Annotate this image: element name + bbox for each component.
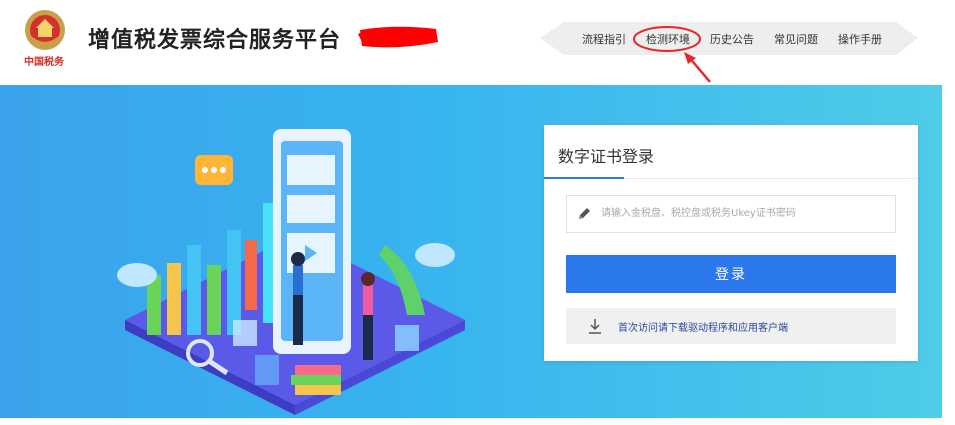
annotation-circle — [633, 26, 701, 52]
nav-item-faq[interactable]: 常见问题 — [774, 31, 818, 47]
header: 中国税务 增值税发票综合服务平台 流程指引 检测环境 历史公告 常见问题 操作手… — [0, 0, 942, 85]
tax-emblem-logo: 中国税务 — [22, 6, 68, 70]
hero-illustration — [117, 129, 465, 415]
certificate-password-input[interactable] — [601, 196, 886, 230]
redaction-mark — [358, 26, 438, 48]
driver-download-link[interactable]: 首次访问请下载驱动程序和应用客户端 — [566, 308, 896, 344]
nav-item-manual[interactable]: 操作手册 — [838, 31, 882, 47]
nav-item-announcements[interactable]: 历史公告 — [710, 31, 754, 47]
top-nav: 流程指引 检测环境 历史公告 常见问题 操作手册 — [540, 22, 918, 55]
hero-banner: 数字证书登录 登录 首次访问请下载驱动程序和应用客户端 — [0, 85, 942, 418]
download-arrow-icon — [589, 319, 601, 334]
login-button[interactable]: 登录 — [566, 255, 896, 293]
active-tab-indicator — [544, 177, 624, 179]
tab-divider — [624, 178, 918, 179]
tab-digital-certificate-login[interactable]: 数字证书登录 — [558, 143, 654, 167]
nav-item-process-guide[interactable]: 流程指引 — [582, 31, 626, 47]
platform-title: 增值税发票综合服务平台 — [88, 28, 342, 53]
certificate-password-field — [566, 195, 896, 233]
pen-icon — [579, 208, 590, 219]
login-card: 数字证书登录 登录 首次访问请下载驱动程序和应用客户端 — [544, 125, 918, 361]
driver-download-text: 首次访问请下载驱动程序和应用客户端 — [618, 323, 788, 334]
emblem-caption: 中国税务 — [24, 57, 64, 68]
annotation-arrow-icon — [684, 52, 711, 83]
nav-items: 流程指引 检测环境 历史公告 常见问题 操作手册 — [582, 31, 902, 47]
